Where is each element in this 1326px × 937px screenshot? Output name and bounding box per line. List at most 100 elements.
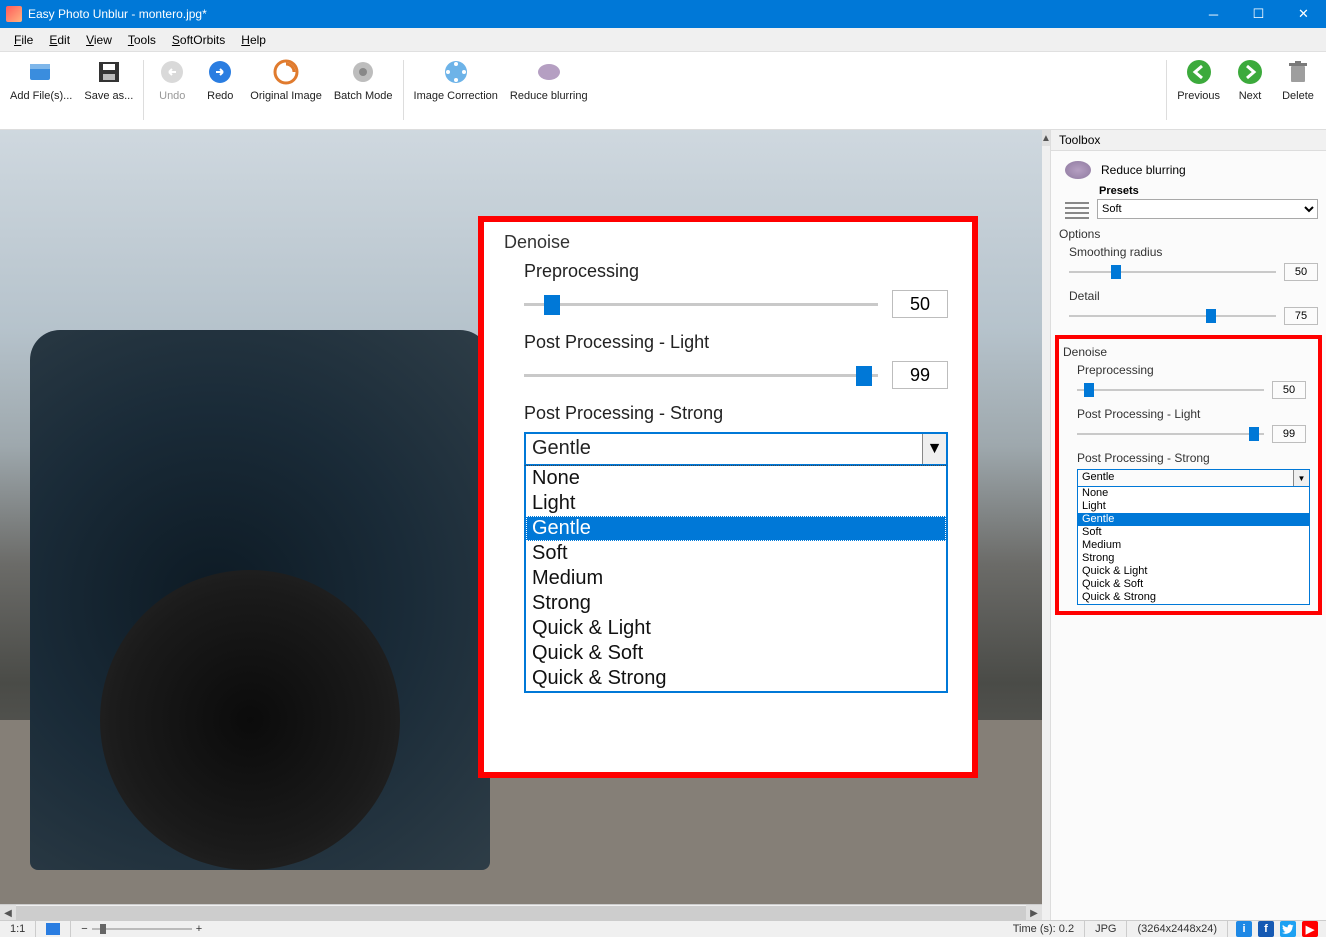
undo-button[interactable]: Undo <box>148 56 196 104</box>
info-icon[interactable]: i <box>1236 921 1252 937</box>
option-quick-strong[interactable]: Quick & Strong <box>1078 591 1309 604</box>
chevron-down-icon[interactable]: ▼ <box>922 434 946 464</box>
options-title: Options <box>1051 225 1326 243</box>
scroll-right-icon[interactable]: ▶ <box>1026 905 1042 920</box>
next-button[interactable]: Next <box>1226 56 1274 104</box>
zoom-in-icon[interactable]: + <box>196 923 202 935</box>
next-label: Next <box>1239 90 1262 102</box>
next-icon <box>1236 58 1264 86</box>
option-quick-soft[interactable]: Quick & Soft <box>1078 578 1309 591</box>
detail-label: Detail <box>1051 287 1326 305</box>
delete-button[interactable]: Delete <box>1274 56 1322 104</box>
menubar: File Edit View Tools SoftOrbits Help <box>0 28 1326 52</box>
tb-post-light-slider[interactable] <box>1077 427 1264 441</box>
window-title: Easy Photo Unblur - montero.jpg* <box>28 7 1191 21</box>
post-strong-combo[interactable]: Gentle ▼ <box>524 432 948 466</box>
batch-mode-label: Batch Mode <box>334 90 393 102</box>
post-light-slider[interactable] <box>524 366 878 384</box>
option-medium[interactable]: Medium <box>526 566 946 591</box>
preprocessing-label: Preprocessing <box>524 261 948 282</box>
menu-help[interactable]: Help <box>233 31 274 49</box>
menu-tools[interactable]: Tools <box>120 31 164 49</box>
main-area: Denoise Preprocessing 50 Post Processing… <box>0 130 1326 920</box>
toolbox-title: Toolbox <box>1051 130 1326 151</box>
post-light-label: Post Processing - Light <box>524 332 948 353</box>
tb-preprocessing-value[interactable]: 50 <box>1272 381 1306 399</box>
option-quick-soft[interactable]: Quick & Soft <box>526 641 946 666</box>
status-time: Time (s): 0.2 <box>1003 921 1085 937</box>
facebook-icon[interactable]: f <box>1258 921 1274 937</box>
menu-file[interactable]: File <box>6 31 41 49</box>
reduce-blurring-button[interactable]: Reduce blurring <box>504 56 594 104</box>
post-light-value[interactable]: 99 <box>892 361 948 389</box>
post-strong-options[interactable]: NoneLightGentleSoftMediumStrongQuick & L… <box>524 465 948 693</box>
option-none[interactable]: None <box>526 466 946 491</box>
preprocessing-slider[interactable] <box>524 295 878 313</box>
zoom-fit-button[interactable] <box>36 921 71 937</box>
add-files-button[interactable]: Add File(s)... <box>4 56 78 104</box>
option-none[interactable]: None <box>1078 487 1309 500</box>
previous-button[interactable]: Previous <box>1171 56 1226 104</box>
add-files-label: Add File(s)... <box>10 90 72 102</box>
image-correction-icon <box>442 58 470 86</box>
minimize-button[interactable]: ─ <box>1191 0 1236 28</box>
toolbox-panel: Toolbox Reduce blurring Presets Soft Opt… <box>1050 130 1326 920</box>
batch-mode-button[interactable]: Batch Mode <box>328 56 399 104</box>
option-soft[interactable]: Soft <box>526 541 946 566</box>
batch-mode-icon <box>349 58 377 86</box>
tb-preprocessing-slider[interactable] <box>1077 383 1264 397</box>
delete-label: Delete <box>1282 90 1314 102</box>
smoothing-slider[interactable] <box>1069 265 1276 279</box>
maximize-button[interactable]: ☐ <box>1236 0 1281 28</box>
zoom-controls[interactable]: − + <box>71 921 212 937</box>
menu-view[interactable]: View <box>78 31 120 49</box>
chevron-down-icon[interactable]: ▼ <box>1293 470 1309 486</box>
scroll-up-icon[interactable]: ▲ <box>1042 130 1050 146</box>
option-gentle[interactable]: Gentle <box>1078 513 1309 526</box>
canvas-area[interactable]: Denoise Preprocessing 50 Post Processing… <box>0 130 1042 920</box>
option-soft[interactable]: Soft <box>1078 526 1309 539</box>
tb-post-light-value[interactable]: 99 <box>1272 425 1306 443</box>
reduce-blurring-icon <box>1065 161 1091 179</box>
original-image-button[interactable]: Original Image <box>244 56 328 104</box>
reduce-blurring-label: Reduce blurring <box>510 90 588 102</box>
youtube-icon[interactable]: ▶ <box>1302 921 1318 937</box>
zoom-out-icon[interactable]: − <box>81 923 87 935</box>
option-light[interactable]: Light <box>1078 500 1309 513</box>
zoom-ratio[interactable]: 1:1 <box>0 921 36 937</box>
option-light[interactable]: Light <box>526 491 946 516</box>
horizontal-scrollbar[interactable]: ◀ ▶ <box>0 904 1042 920</box>
option-strong[interactable]: Strong <box>526 591 946 616</box>
social-links: i f ▶ <box>1228 921 1326 937</box>
zoom-slider[interactable] <box>92 926 192 932</box>
save-as-button[interactable]: Save as... <box>78 56 139 104</box>
image-correction-button[interactable]: Image Correction <box>408 56 504 104</box>
redo-button[interactable]: Redo <box>196 56 244 104</box>
presets-select[interactable]: Soft <box>1097 199 1318 219</box>
detail-value[interactable]: 75 <box>1284 307 1318 325</box>
detail-slider[interactable] <box>1069 309 1276 323</box>
option-gentle[interactable]: Gentle <box>526 516 946 541</box>
option-quick-strong[interactable]: Quick & Strong <box>526 666 946 691</box>
tb-preprocessing-label: Preprocessing <box>1063 361 1314 379</box>
option-medium[interactable]: Medium <box>1078 539 1309 552</box>
tb-post-strong-combo[interactable]: Gentle ▼ <box>1077 469 1310 487</box>
vertical-scrollbar[interactable]: ▲ <box>1042 130 1050 920</box>
redo-label: Redo <box>207 90 233 102</box>
smoothing-value[interactable]: 50 <box>1284 263 1318 281</box>
twitter-icon[interactable] <box>1280 921 1296 937</box>
option-strong[interactable]: Strong <box>1078 552 1309 565</box>
toolbar: Add File(s)... Save as... Undo Redo Orig… <box>0 52 1326 130</box>
close-button[interactable]: ✕ <box>1281 0 1326 28</box>
menu-softorbits[interactable]: SoftOrbits <box>164 31 233 49</box>
scroll-thumb[interactable] <box>16 906 1026 920</box>
presets-label: Presets <box>1051 185 1326 199</box>
scroll-left-icon[interactable]: ◀ <box>0 905 16 920</box>
tb-post-strong-options[interactable]: NoneLightGentleSoftMediumStrongQuick & L… <box>1077 487 1310 605</box>
option-quick-light[interactable]: Quick & Light <box>526 616 946 641</box>
original-image-icon <box>272 58 300 86</box>
preprocessing-value[interactable]: 50 <box>892 290 948 318</box>
option-quick-light[interactable]: Quick & Light <box>1078 565 1309 578</box>
titlebar: Easy Photo Unblur - montero.jpg* ─ ☐ ✕ <box>0 0 1326 28</box>
menu-edit[interactable]: Edit <box>41 31 78 49</box>
